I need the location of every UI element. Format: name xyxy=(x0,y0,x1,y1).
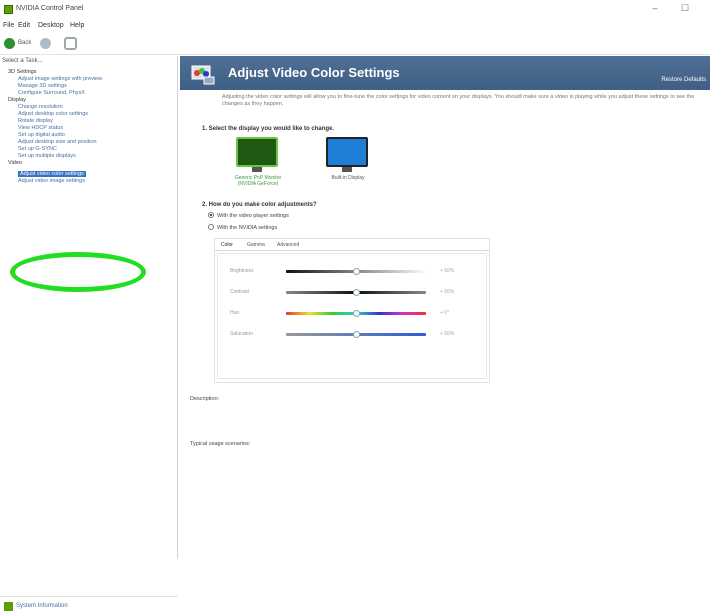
sidebar-category[interactable]: 3D Settings xyxy=(8,69,36,75)
slider-label: Brightness xyxy=(230,268,254,274)
restore-defaults-link[interactable]: Restore Defaults xyxy=(661,77,706,83)
maximize-button[interactable]: ☐ xyxy=(675,3,695,14)
tab-advanced[interactable]: Advanced xyxy=(277,242,299,248)
sidebar-item[interactable]: Manage 3D settings xyxy=(18,83,67,89)
page-title: Adjust Video Color Settings xyxy=(228,65,400,80)
slider-value: + 50% xyxy=(440,289,455,295)
color-adjust-panel: Color Gamma Advanced Brightness + 50% Cont… xyxy=(214,238,490,383)
menu-help[interactable]: Help xyxy=(70,22,84,29)
sidebar-category[interactable]: Display xyxy=(8,97,26,103)
nvidia-control-panel-window: NVIDIA Control Panel – ☐ File Edit Deskt… xyxy=(0,0,710,611)
display-option-2[interactable]: Built-in Display xyxy=(318,137,378,189)
menu-desktop[interactable]: Desktop xyxy=(38,22,64,29)
tab-gamma[interactable]: Gamma xyxy=(247,242,265,248)
radio-label: With the NVIDIA settings xyxy=(217,225,278,231)
sidebar-item[interactable]: View HDCP status xyxy=(18,125,63,131)
nvidia-logo-icon xyxy=(4,5,13,14)
menu-bar: File Edit Desktop Help xyxy=(0,20,710,33)
radio-video-player[interactable]: With the video player settings xyxy=(208,212,289,219)
home-icon[interactable] xyxy=(64,37,77,50)
sidebar-item[interactable]: Set up multiple displays xyxy=(18,153,76,159)
description-label: Description: xyxy=(190,396,220,402)
sidebar-item[interactable]: Adjust video image settings xyxy=(18,178,85,184)
tab-strip: Color Gamma Advanced xyxy=(215,239,489,251)
slider-value: + 50% xyxy=(440,268,455,274)
back-arrow-icon[interactable] xyxy=(4,38,15,49)
sidebar-item[interactable]: Set up G-SYNC xyxy=(18,146,57,152)
slider-group: Brightness + 50% Contrast + 50% Hue + 0° Satur… xyxy=(217,253,487,379)
sidebar-item[interactable]: Adjust desktop size and position xyxy=(18,139,97,145)
main-content: Adjust Video Color Settings Restore Defa… xyxy=(180,56,710,559)
slider-label: Contrast xyxy=(230,289,249,295)
slider-value: + 50% xyxy=(440,331,455,337)
slider-thumb[interactable] xyxy=(353,331,360,338)
system-information-link[interactable]: System Information xyxy=(16,603,68,609)
radio-checked-icon xyxy=(208,212,214,218)
step-1-heading: 1. Select the display you would like to … xyxy=(202,126,335,132)
minimize-button[interactable]: – xyxy=(645,3,665,13)
sidebar-item[interactable]: Adjust video color settings xyxy=(18,171,86,177)
slider-label: Saturation xyxy=(230,331,253,337)
sidebar-item[interactable]: Adjust image settings with preview xyxy=(18,76,102,82)
sidebar-item[interactable]: Set up digital audio xyxy=(18,132,65,138)
toolbar: Back xyxy=(0,33,710,55)
display-option-1[interactable]: Generic PnP Monitor (NVIDIA GeForce) xyxy=(228,137,288,189)
forward-arrow-icon[interactable] xyxy=(40,38,51,49)
system-info-icon xyxy=(4,602,13,611)
sidebar-category[interactable]: Video xyxy=(8,160,22,166)
step-2-heading: 2. How do you make color adjustments? xyxy=(202,202,317,208)
task-sidebar: Select a Task... 3D Settings Adjust image… xyxy=(0,56,178,611)
sidebar-item[interactable]: Rotate display xyxy=(18,118,53,124)
monitor-stand xyxy=(252,167,262,172)
slider-thumb[interactable] xyxy=(353,310,360,317)
sidebar-item[interactable]: Adjust desktop color settings xyxy=(18,111,88,117)
monitor-stand xyxy=(342,167,352,172)
radio-label: With the video player settings xyxy=(217,213,289,219)
slider-thumb[interactable] xyxy=(353,289,360,296)
sidebar-header: Select a Task... xyxy=(2,58,43,64)
menu-edit[interactable]: Edit xyxy=(18,22,30,29)
menu-file[interactable]: File xyxy=(3,22,14,29)
sidebar-item[interactable]: Change resolution xyxy=(18,104,63,110)
slider-thumb[interactable] xyxy=(353,268,360,275)
page-description: Adjusting the video color settings will … xyxy=(222,94,695,107)
tab-color[interactable]: Color xyxy=(221,242,233,248)
back-label[interactable]: Back xyxy=(18,40,31,46)
slider-label: Hue xyxy=(230,310,240,316)
display-1-label: Generic PnP Monitor (NVIDIA GeForce) xyxy=(234,175,282,187)
display-2-label: Built-in Display xyxy=(331,175,365,181)
page-banner: Adjust Video Color Settings Restore Defa… xyxy=(180,56,710,90)
monitor-icon xyxy=(326,137,368,167)
radio-unchecked-icon xyxy=(208,224,214,230)
window-title: NVIDIA Control Panel xyxy=(16,5,84,12)
monitor-icon xyxy=(236,137,278,167)
usage-label: Typical usage scenarios: xyxy=(190,441,251,447)
title-bar: NVIDIA Control Panel – ☐ xyxy=(0,0,710,20)
sidebar-footer: System Information xyxy=(0,596,178,615)
slider-value: + 0° xyxy=(440,310,450,316)
radio-nvidia-settings[interactable]: With the NVIDIA settings xyxy=(208,224,277,231)
sidebar-item[interactable]: Configure Surround, PhysX xyxy=(18,90,85,96)
video-color-icon xyxy=(191,65,215,85)
highlight-circle-annotation xyxy=(10,252,146,292)
